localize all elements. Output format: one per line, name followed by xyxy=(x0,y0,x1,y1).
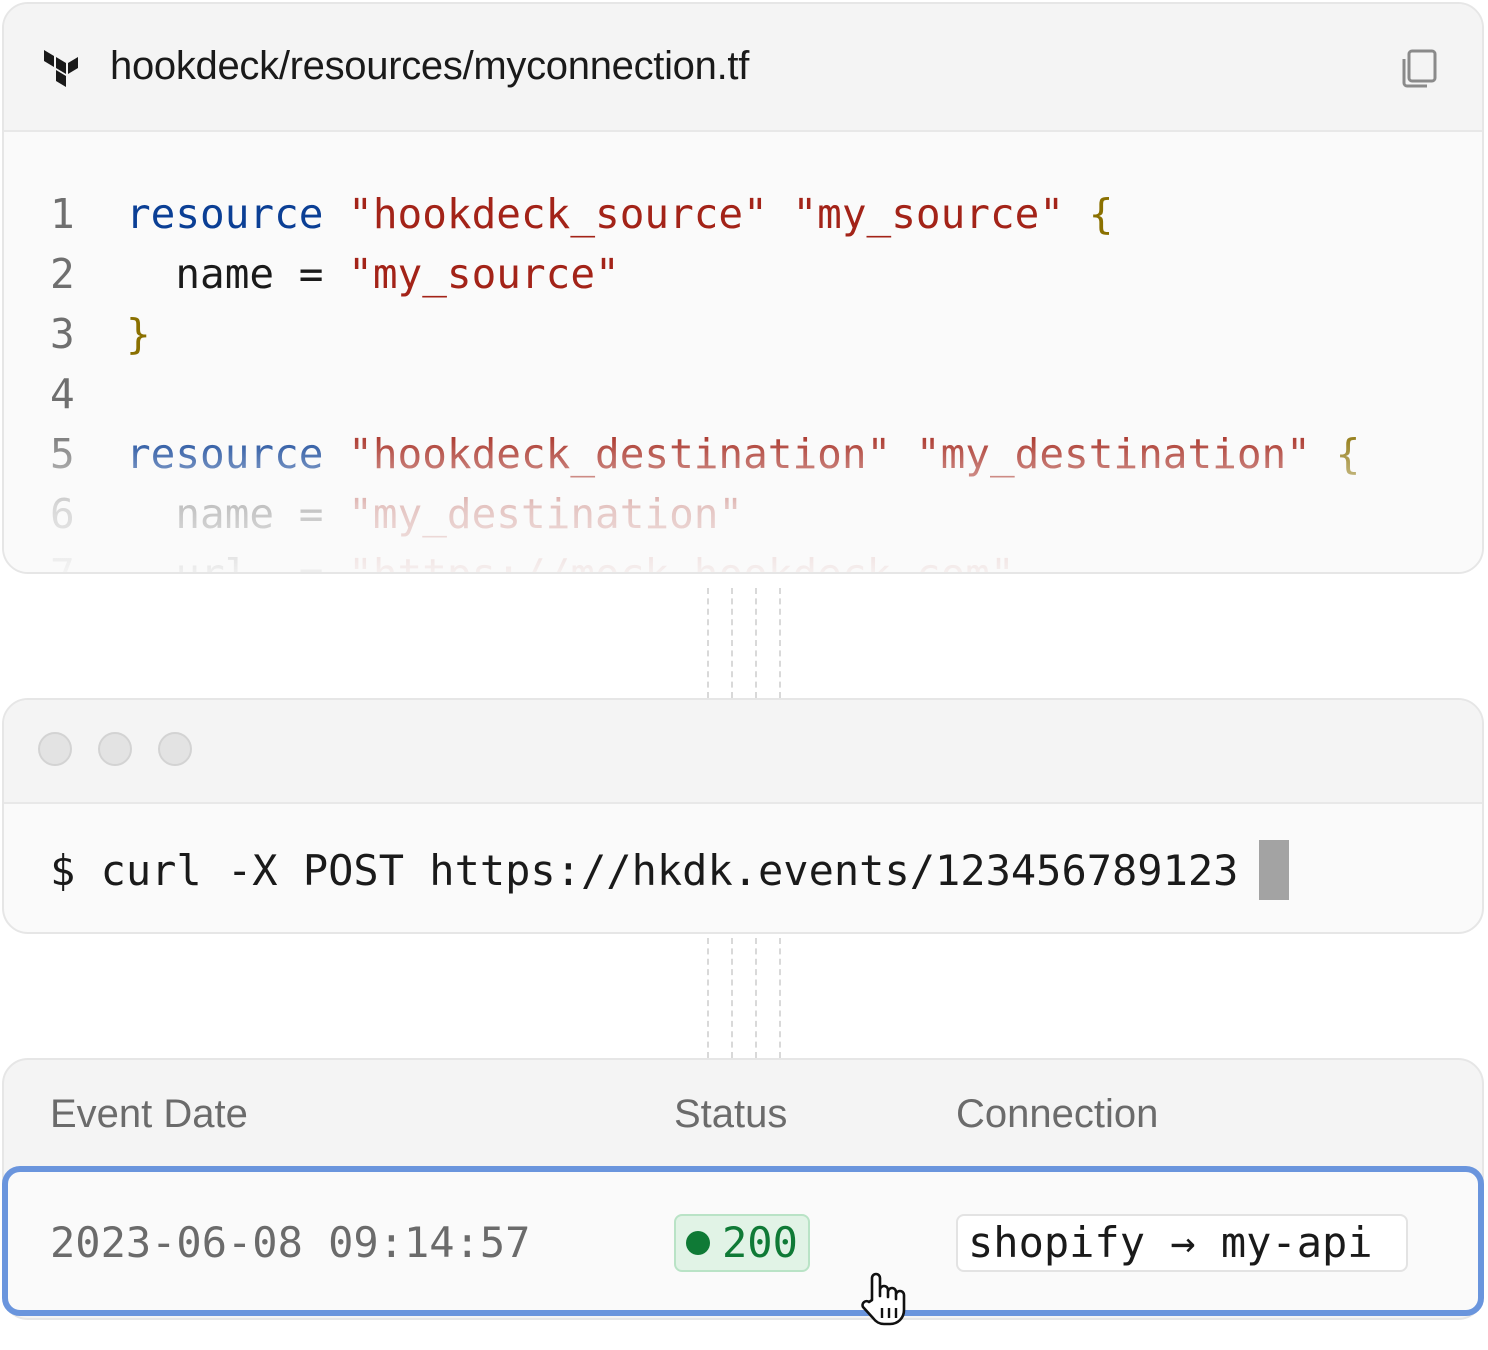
header-status: Status xyxy=(674,1092,788,1136)
line-number: 4 xyxy=(50,370,75,418)
connector-line xyxy=(731,588,733,698)
code-token: { xyxy=(1088,190,1114,238)
code-token: name = xyxy=(126,250,349,298)
connection-name: shopify → my-api xyxy=(968,1218,1373,1267)
line-number: 6 xyxy=(50,490,75,538)
code-line: 4 xyxy=(4,364,1482,424)
status-badge: 200 xyxy=(674,1214,810,1272)
line-number: 7 xyxy=(50,550,75,574)
code-line: 2 name = "my_source" xyxy=(4,244,1482,304)
code-token: resource xyxy=(126,190,324,238)
code-text: resource "hookdeck_source" "my_source" { xyxy=(126,184,1113,244)
code-line: 5 resource "hookdeck_destination" "my_des… xyxy=(4,424,1482,484)
line-number: 2 xyxy=(50,250,75,298)
terminal-card: $ curl -X POST https://hkdk.events/12345… xyxy=(2,698,1484,934)
code-token: "my_destination" xyxy=(915,430,1311,478)
code-token: "my_destination" xyxy=(348,490,744,538)
connector-line xyxy=(755,588,757,698)
status-code: 200 xyxy=(722,1218,798,1267)
code-text: name = "my_source" xyxy=(126,244,620,304)
connector-line xyxy=(707,588,709,698)
code-editor-card: hookdeck/resources/myconnection.tf 1 reso… xyxy=(2,2,1484,574)
status-dot-icon xyxy=(686,1231,710,1255)
code-token: "hookdeck_destination" xyxy=(348,430,892,478)
code-body: 1 resource "hookdeck_source" "my_source" … xyxy=(4,164,1482,572)
code-token: "hookdeck_source" xyxy=(348,190,768,238)
event-date-cell: 2023-06-08 09:14:57 xyxy=(50,1218,531,1267)
line-number: 5 xyxy=(50,430,75,478)
header-event-date: Event Date xyxy=(50,1092,248,1136)
code-text: name = "my_destination" xyxy=(126,484,743,544)
code-token: name = xyxy=(126,490,349,538)
code-header: hookdeck/resources/myconnection.tf xyxy=(4,4,1482,132)
terminal-cursor xyxy=(1259,840,1289,900)
connector-line xyxy=(779,588,781,698)
terminal-titlebar xyxy=(4,700,1482,804)
code-text: url = "https://mock.hookdeck.com" xyxy=(126,544,1015,574)
line-number: 3 xyxy=(50,310,75,358)
code-token: url = xyxy=(126,550,349,574)
line-number: 1 xyxy=(50,190,75,238)
code-line: 7 url = "https://mock.hookdeck.com" xyxy=(4,544,1482,574)
code-line: 1 resource "hookdeck_source" "my_source" … xyxy=(4,184,1482,244)
pointer-hand-cursor-icon xyxy=(861,1272,906,1326)
file-title: hookdeck/resources/myconnection.tf xyxy=(110,44,750,88)
code-token: "https://mock.hookdeck.com" xyxy=(348,550,1015,574)
code-text: resource "hookdeck_destination" "my_dest… xyxy=(126,424,1360,484)
connection-badge: shopify → my-api xyxy=(956,1214,1408,1272)
code-token: "my_source" xyxy=(792,190,1065,238)
connector-line xyxy=(707,938,709,1058)
window-dot-icon xyxy=(38,732,72,766)
copy-icon[interactable] xyxy=(1396,48,1440,92)
connector-line xyxy=(755,938,757,1058)
terraform-logo-icon xyxy=(44,50,78,87)
code-token: resource xyxy=(126,430,324,478)
terminal-command: $ curl -X POST https://hkdk.events/12345… xyxy=(50,846,1239,895)
code-token: "my_source" xyxy=(348,250,620,298)
code-line: 3} xyxy=(4,304,1482,364)
code-token: { xyxy=(1335,430,1361,478)
connector-line xyxy=(779,938,781,1058)
code-token: } xyxy=(126,310,151,358)
code-line: 6 name = "my_destination" xyxy=(4,484,1482,544)
table-row[interactable]: 2023-06-08 09:14:57 200 shopify → my-api xyxy=(2,1166,1484,1316)
connector-line xyxy=(731,938,733,1058)
header-connection: Connection xyxy=(956,1092,1159,1136)
window-dot-icon xyxy=(98,732,132,766)
code-text: } xyxy=(126,304,151,364)
window-dot-icon xyxy=(158,732,192,766)
